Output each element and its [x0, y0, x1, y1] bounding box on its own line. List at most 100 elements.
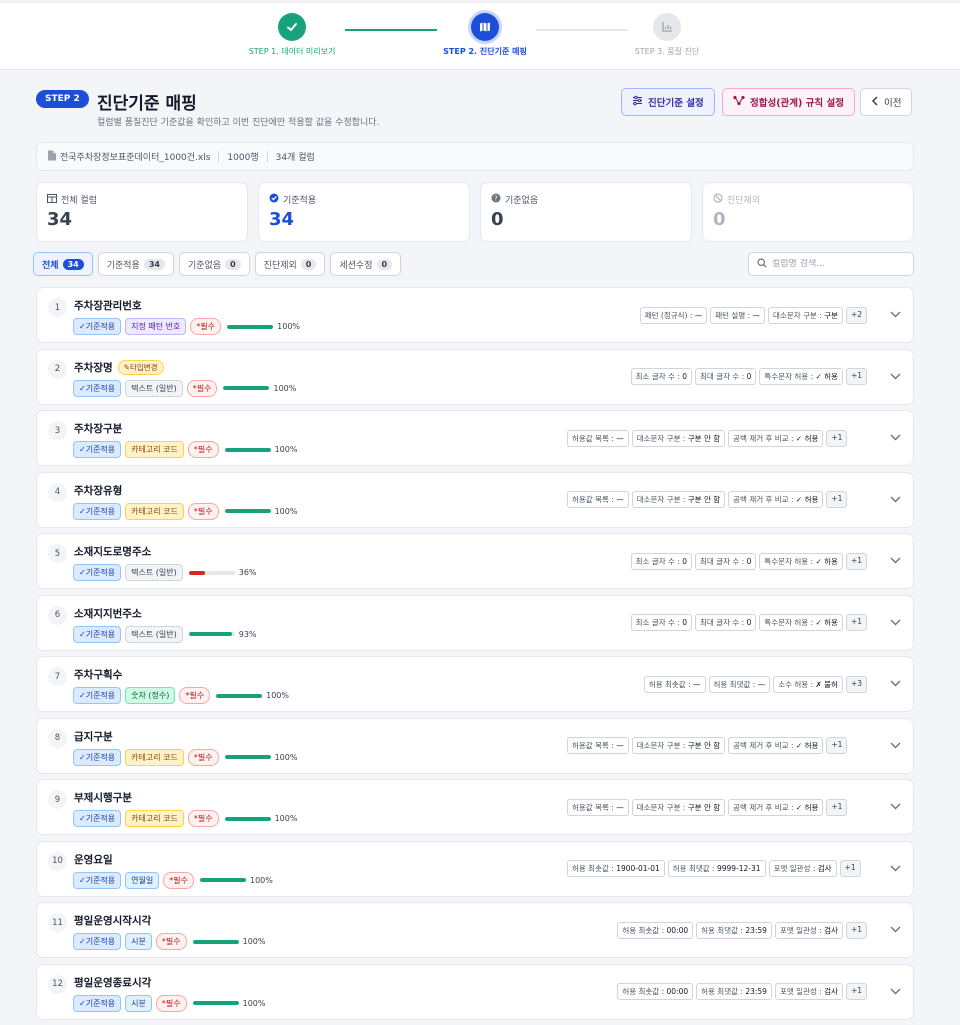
type-badge[interactable]: 텍스트 (일반): [125, 564, 183, 581]
step-3[interactable]: STEP 3. 품질 진단: [587, 13, 747, 57]
prop-value: 1900-01-01: [616, 864, 660, 873]
step-1[interactable]: STEP 1. 데이터 미리보기: [212, 13, 372, 57]
row-number: 9: [48, 790, 67, 809]
more-props-badge[interactable]: +1: [826, 798, 848, 816]
stepper: STEP 1. 데이터 미리보기 STEP 2. 진단기준 매핑 STEP 3.…: [0, 0, 960, 70]
chevron-down-icon[interactable]: [890, 618, 901, 629]
chevron-down-icon[interactable]: [890, 741, 901, 752]
prop-key: 허용값 목록: [572, 802, 609, 812]
column-row[interactable]: 1 주차장관리번호 ✓기준적용 지정 패턴 번호 *필수 100% 패턴 (정규식) : —…: [36, 287, 914, 343]
chevron-down-icon[interactable]: [890, 495, 901, 506]
row-number: 2: [48, 359, 67, 379]
more-props-badge[interactable]: +1: [845, 921, 867, 939]
chevron-down-icon[interactable]: [890, 433, 901, 444]
more-props-badge[interactable]: +1: [826, 491, 848, 508]
criteria-settings-button[interactable]: 진단기준 설정: [621, 88, 715, 116]
column-row[interactable]: 2 주차장명 ✎타입변경 ✓기준적용 텍스트 (일반) *필수 100% 최소 글자 수 : …: [36, 348, 914, 405]
prop-value: 00:00: [666, 987, 689, 996]
column-search[interactable]: [748, 252, 914, 276]
row-number: 6: [48, 605, 67, 625]
prop-key: 허용값 목록: [572, 741, 609, 750]
chevron-down-icon[interactable]: [890, 987, 901, 998]
column-row[interactable]: 8 급지구분 ✓기준적용 카테고리 코드 *필수 100% 허용값 목록 : — 대소문자 구…: [36, 717, 914, 774]
prop-value: 0: [682, 556, 688, 566]
type-badge[interactable]: 숫자 (정수): [125, 687, 176, 704]
chevron-down-icon[interactable]: [890, 864, 901, 875]
completeness-bar: [224, 816, 271, 821]
filter-excluded[interactable]: 진단제외 0: [254, 252, 326, 276]
prop-value: —: [694, 310, 703, 320]
stat-total-columns: 전체 컬럼 34: [36, 182, 248, 242]
step-2[interactable]: STEP 2. 진단기준 매핑: [405, 13, 565, 57]
page-subtitle: 컬럼별 품질진단 기준값을 확인하고 이번 진단에만 적용할 값을 수정합니다.: [97, 118, 380, 128]
more-props-badge[interactable]: +1: [845, 983, 867, 1000]
type-badge[interactable]: 지정 패턴 번호: [125, 318, 187, 335]
filter-criteria-applied[interactable]: 기준적용 34: [97, 252, 174, 276]
type-badge[interactable]: 텍스트 (일반): [125, 379, 183, 397]
completeness-bar-fill: [216, 693, 263, 698]
criteria-props: 허용값 목록 : — 대소문자 구분 : 구분 안 함 공백 제거 후 비교 : ✓…: [567, 411, 867, 465]
type-badge[interactable]: 카테고리 코드: [125, 502, 184, 520]
more-props-badge[interactable]: +1: [845, 552, 867, 570]
page-title: 진단기준 매핑: [97, 94, 197, 114]
chevron-down-icon[interactable]: [890, 802, 901, 813]
column-row[interactable]: 4 주차장유형 ✓기준적용 카테고리 코드 *필수 100% 허용값 목록 : — 대소문자 …: [36, 471, 914, 528]
more-props-badge[interactable]: +1: [845, 368, 867, 385]
chevron-down-icon[interactable]: [890, 372, 901, 383]
chevron-down-icon[interactable]: [890, 310, 901, 321]
criteria-prop: 특수문자 허용 : ✓ 허용: [759, 368, 843, 385]
criteria-prop: 패턴 (정규식) : —: [639, 306, 708, 324]
prop-value: ✓ 허용: [815, 556, 838, 566]
prop-key: 최대 글자 수: [700, 618, 740, 627]
badge-group: ✓기준적용 카테고리 코드 *필수 100%: [73, 502, 297, 520]
column-name-wrap: 주차장명 ✎타입변경: [74, 359, 164, 375]
criteria-applied-badge: ✓기준적용: [73, 502, 122, 520]
more-props-badge[interactable]: +1: [845, 614, 867, 631]
filter-session-modified[interactable]: 세션수정 0: [330, 252, 402, 276]
type-badge[interactable]: 카테고리 코드: [125, 441, 184, 458]
chevron-down-icon[interactable]: [890, 925, 901, 936]
type-badge[interactable]: 카테고리 코드: [125, 810, 184, 827]
type-badge[interactable]: 카테고리 코드: [125, 748, 184, 766]
required-badge: *필수: [187, 748, 219, 766]
prop-key: 특수문자 허용: [764, 556, 809, 566]
type-badge[interactable]: 시분: [125, 933, 152, 950]
svg-text:?: ?: [494, 195, 498, 203]
type-badge[interactable]: 연월일: [125, 871, 160, 889]
prop-value: ✓ 허용: [815, 618, 838, 627]
prev-button[interactable]: 이전: [860, 88, 913, 116]
chevron-down-icon[interactable]: [890, 556, 901, 567]
filter-no-criteria[interactable]: 기준없음 0: [178, 252, 250, 276]
completeness-percent: 100%: [266, 691, 289, 700]
column-row[interactable]: 12 평일운영종료시각 ✓기준적용 시분 *필수 100% 허용 최솟값 : 00:00 허용…: [36, 963, 914, 1020]
filter-count: 0: [225, 258, 241, 270]
filter-all[interactable]: 전체 34: [33, 252, 93, 276]
column-name-wrap: 평일운영종료시각: [74, 975, 151, 990]
relation-rules-button[interactable]: 정합성(관계) 규칙 설정: [722, 88, 855, 116]
prop-key: 허용 최솟값: [622, 987, 660, 996]
search-input[interactable]: [772, 259, 902, 269]
chevron-down-icon[interactable]: [890, 679, 901, 690]
more-props-badge[interactable]: +1: [839, 860, 861, 877]
criteria-props: 허용값 목록 : — 대소문자 구분 : 구분 안 함 공백 제거 후 비교 : ✓…: [567, 719, 867, 773]
column-row[interactable]: 5 소재지도로명주소 ✓기준적용 텍스트 (일반) 36% 최소 글자 수 : 0 최대 글…: [36, 533, 914, 589]
column-row[interactable]: 9 부제시행구분 ✓기준적용 카테고리 코드 *필수 100% 허용값 목록 : — 대소문자…: [36, 779, 914, 835]
column-row[interactable]: 6 소재지지번주소 ✓기준적용 텍스트 (일반) 93% 최소 글자 수 : 0 최대 글자…: [36, 594, 914, 651]
type-badge[interactable]: 텍스트 (일반): [125, 625, 183, 643]
filter-count: 0: [300, 258, 317, 270]
more-props-badge[interactable]: +1: [826, 429, 848, 447]
badge-group: ✓기준적용 카테고리 코드 *필수 100%: [73, 748, 297, 766]
more-props-badge[interactable]: +1: [826, 737, 848, 754]
type-badge[interactable]: 시분: [125, 994, 152, 1012]
more-props-badge[interactable]: +2: [845, 306, 867, 324]
table-icon: [47, 193, 57, 206]
column-row[interactable]: 3 주차장구분 ✓기준적용 카테고리 코드 *필수 100% 허용값 목록 : — 대소문자 …: [36, 410, 914, 466]
step-2-label: STEP 2. 진단기준 매핑: [443, 47, 527, 56]
row-count: 1000행: [227, 153, 259, 163]
column-row[interactable]: 7 주차구획수 ✓기준적용 숫자 (정수) *필수 100% 허용 최솟값 : — 허용 최댓…: [36, 656, 914, 712]
column-row[interactable]: 11 평일운영시작시각 ✓기준적용 시분 *필수 100% 허용 최솟값 : 00:00 허용…: [36, 902, 914, 958]
type-changed-badge[interactable]: ✎타입변경: [117, 359, 164, 375]
column-row[interactable]: 10 운영요일 ✓기준적용 연월일 *필수 100% 허용 최솟값 : 1900-01-01…: [36, 840, 914, 897]
more-props-badge[interactable]: +3: [845, 675, 867, 693]
prop-key: 패턴 (정규식): [644, 310, 688, 320]
